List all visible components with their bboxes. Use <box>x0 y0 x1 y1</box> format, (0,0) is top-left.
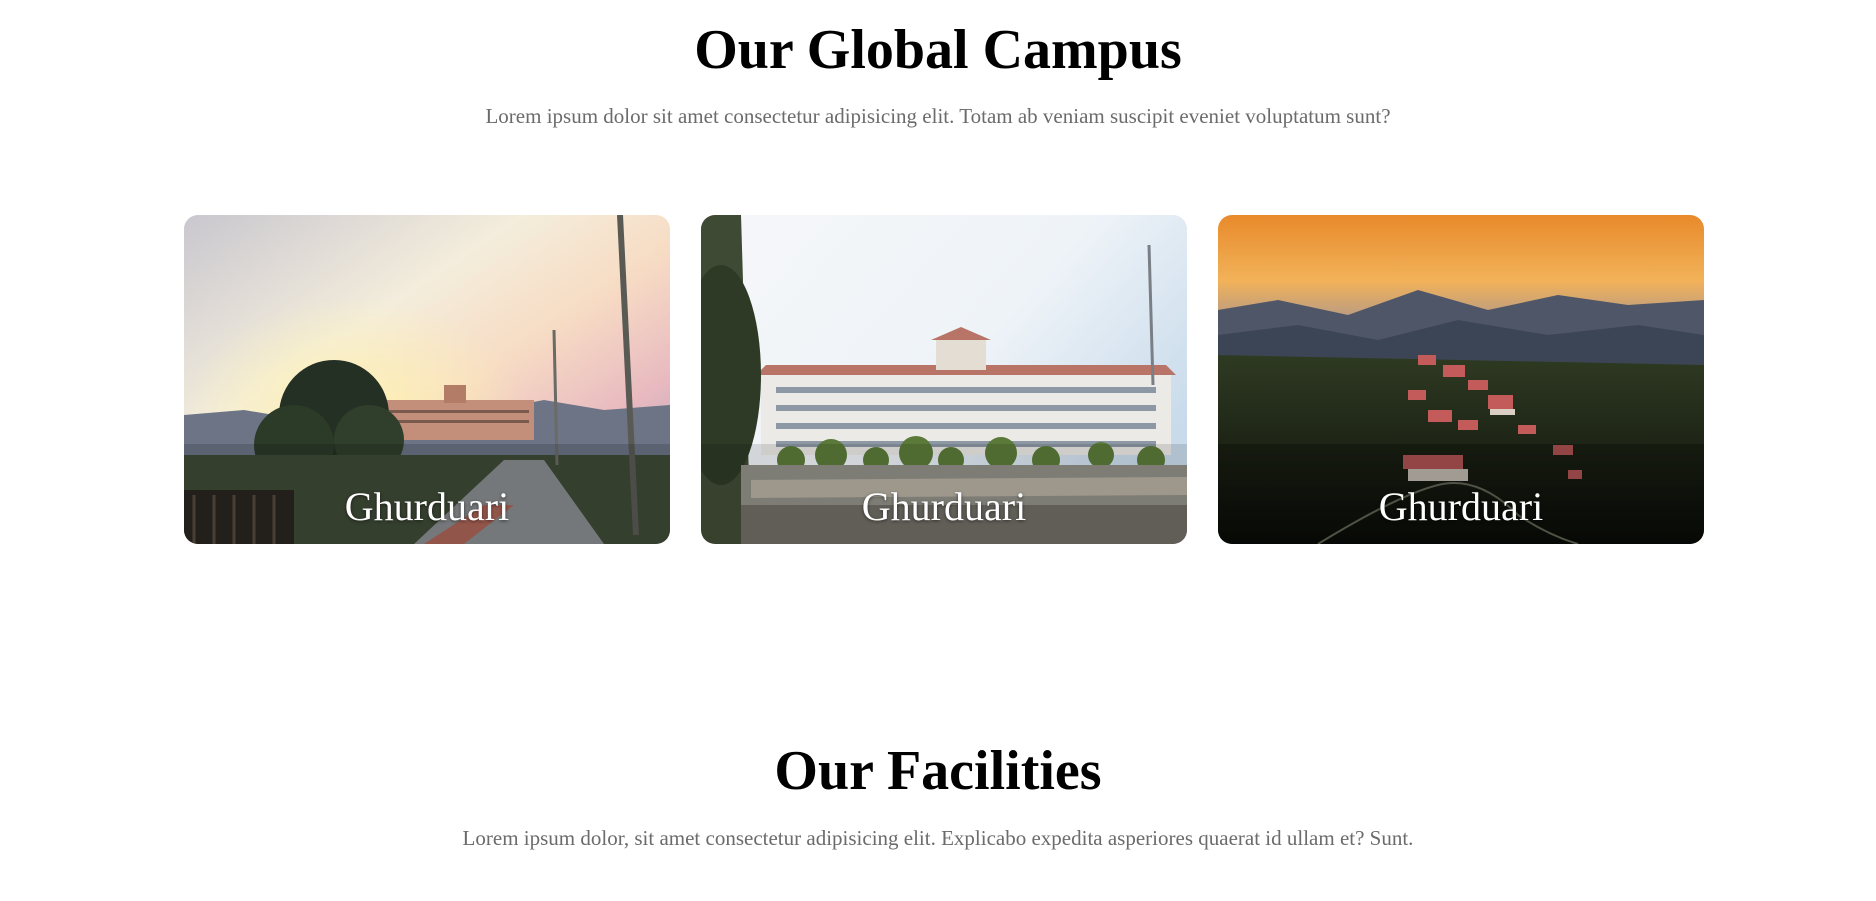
campus-card[interactable]: Ghurduari <box>701 215 1187 544</box>
facilities-subtitle: Lorem ipsum dolor, sit amet consectetur … <box>462 826 1414 850</box>
campus-section: Our Global Campus Lorem ipsum dolor sit … <box>0 0 1876 129</box>
card-label: Ghurduari <box>344 484 510 529</box>
facilities-section: Our Facilities Lorem ipsum dolor, sit am… <box>0 743 1876 851</box>
campus-card[interactable]: Ghurduari <box>1218 215 1704 544</box>
card-label: Ghurduari <box>1378 484 1544 529</box>
card-label: Ghurduari <box>861 484 1027 529</box>
campus-card[interactable]: Ghurduari <box>184 215 670 544</box>
campus-title: Our Global Campus <box>694 19 1182 81</box>
facilities-title: Our Facilities <box>774 740 1102 802</box>
campus-subtitle: Lorem ipsum dolor sit amet consectetur a… <box>485 104 1391 128</box>
campus-cards: Ghurduari Ghurduari Ghurduari <box>184 215 1704 544</box>
